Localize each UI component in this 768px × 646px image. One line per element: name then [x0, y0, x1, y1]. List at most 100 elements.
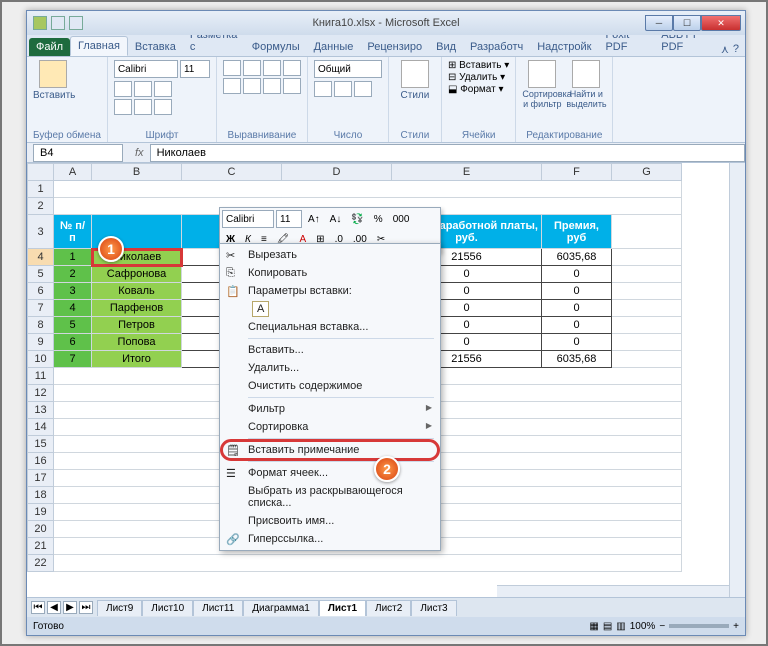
font-name-select[interactable]: Calibri	[114, 60, 178, 78]
row-header[interactable]: 20	[28, 521, 54, 538]
ctx-filter[interactable]: Фильтр	[222, 400, 438, 418]
mini-grow-font-icon[interactable]: A↑	[304, 210, 324, 228]
tab-formulas[interactable]: Формулы	[245, 38, 307, 56]
tab-nav-last-icon[interactable]: ⏭	[79, 601, 93, 614]
row-header[interactable]: 3	[28, 215, 54, 249]
cells-format-button[interactable]: ⬓ Формат ▾	[448, 84, 504, 95]
ctx-insert[interactable]: Вставить...	[222, 341, 438, 359]
col-header-D[interactable]: D	[282, 164, 392, 181]
ctx-delete[interactable]: Удалить...	[222, 359, 438, 377]
cell[interactable]: Коваль	[92, 283, 182, 300]
cell[interactable]: 5	[54, 317, 92, 334]
ctx-define-name[interactable]: Присвоить имя...	[222, 512, 438, 530]
currency-button[interactable]	[314, 81, 332, 97]
tab-insert[interactable]: Вставка	[128, 38, 183, 56]
tab-data[interactable]: Данные	[307, 38, 361, 56]
undo-icon[interactable]	[69, 16, 83, 30]
cell[interactable]: 0	[542, 334, 612, 351]
help-icon[interactable]: ?	[733, 43, 739, 56]
number-format-select[interactable]: Общий	[314, 60, 382, 78]
cell[interactable]: 6035,68	[542, 351, 612, 368]
row-header[interactable]: 19	[28, 504, 54, 521]
row-header[interactable]: 16	[28, 453, 54, 470]
percent-button[interactable]	[334, 81, 352, 97]
align-bottom-button[interactable]	[263, 60, 281, 76]
wrap-text-button[interactable]	[283, 60, 301, 76]
ctx-clear[interactable]: Очистить содержимое	[222, 377, 438, 395]
mini-comma-icon[interactable]: 000	[389, 210, 414, 228]
row-header[interactable]: 21	[28, 538, 54, 555]
cells-insert-button[interactable]: ⊞ Вставить ▾	[448, 60, 509, 71]
ctx-hyperlink[interactable]: 🔗Гиперссылка...	[222, 530, 438, 548]
cell[interactable]: 7	[54, 351, 92, 368]
tab-file[interactable]: Файл	[29, 38, 70, 56]
col-header-G[interactable]: G	[612, 164, 682, 181]
zoom-out-button[interactable]: −	[659, 621, 665, 632]
cell[interactable]: Сафронова	[92, 266, 182, 283]
sort-filter-button[interactable]: Сортировка и фильтр	[522, 60, 562, 110]
sheet-tab-active[interactable]: Лист1	[319, 600, 366, 616]
tab-nav-prev-icon[interactable]: ◀	[47, 601, 61, 614]
cell[interactable]: Попова	[92, 334, 182, 351]
row-header[interactable]: 18	[28, 487, 54, 504]
sheet-tab[interactable]: Диаграмма1	[243, 600, 319, 616]
formula-input[interactable]: Николаев	[150, 144, 745, 162]
minimize-ribbon-icon[interactable]: ⋏	[721, 43, 729, 56]
align-middle-button[interactable]	[243, 60, 261, 76]
tab-home[interactable]: Главная	[70, 36, 128, 56]
ctx-copy[interactable]: ⎘Копировать	[222, 264, 438, 282]
row-header[interactable]: 15	[28, 436, 54, 453]
tab-nav-next-icon[interactable]: ▶	[63, 601, 77, 614]
fill-color-button[interactable]	[134, 99, 152, 115]
ctx-paste-default[interactable]: A	[222, 300, 438, 318]
font-size-select[interactable]: 11	[180, 60, 210, 78]
tab-nav-first-icon[interactable]: ⏮	[31, 601, 45, 614]
view-layout-icon[interactable]: ▤	[603, 621, 612, 632]
ctx-sort[interactable]: Сортировка	[222, 418, 438, 436]
ctx-insert-comment[interactable]: 🗒Вставить примечание	[222, 441, 438, 459]
row-header[interactable]: 1	[28, 181, 54, 198]
close-button[interactable]: ✕	[701, 15, 741, 31]
fx-icon[interactable]: fx	[129, 147, 150, 159]
minimize-button[interactable]: ─	[645, 15, 673, 31]
cell[interactable]: 6	[54, 334, 92, 351]
underline-button[interactable]	[154, 81, 172, 97]
mini-font-select[interactable]: Calibri	[222, 210, 274, 228]
row-header[interactable]: 2	[28, 198, 54, 215]
tab-view[interactable]: Вид	[429, 38, 463, 56]
vertical-scrollbar[interactable]	[729, 163, 745, 601]
view-pagebreak-icon[interactable]: ▥	[616, 621, 625, 632]
sheet-tab[interactable]: Лист11	[193, 600, 243, 616]
row-header[interactable]: 7	[28, 300, 54, 317]
tab-review[interactable]: Рецензиро	[360, 38, 429, 56]
row-header[interactable]: 5	[28, 266, 54, 283]
border-button[interactable]	[114, 99, 132, 115]
sheet-tab[interactable]: Лист3	[411, 600, 456, 616]
cell[interactable]: 6035,68	[542, 249, 612, 266]
ctx-format-cells[interactable]: ☰Формат ячеек...	[222, 464, 438, 482]
cell[interactable]: 0	[542, 317, 612, 334]
zoom-slider[interactable]	[669, 624, 729, 628]
align-right-button[interactable]	[263, 78, 281, 94]
row-header[interactable]: 9	[28, 334, 54, 351]
row-header[interactable]: 12	[28, 385, 54, 402]
styles-button[interactable]: Стили	[395, 60, 435, 101]
col-header-C[interactable]: C	[182, 164, 282, 181]
find-select-button[interactable]: Найти и выделить	[566, 60, 606, 110]
cell[interactable]: 2	[54, 266, 92, 283]
cell[interactable]: 4	[54, 300, 92, 317]
sheet-tab[interactable]: Лист2	[366, 600, 411, 616]
table-header[interactable]: Премия, руб	[542, 215, 612, 249]
row-header[interactable]: 10	[28, 351, 54, 368]
row-header[interactable]: 4	[28, 249, 54, 266]
row-header[interactable]: 14	[28, 419, 54, 436]
cells-delete-button[interactable]: ⊟ Удалить ▾	[448, 72, 505, 83]
cell[interactable]: Парфенов	[92, 300, 182, 317]
mini-size-select[interactable]: 11	[276, 210, 302, 228]
zoom-level[interactable]: 100%	[630, 621, 656, 632]
align-top-button[interactable]	[223, 60, 241, 76]
mini-percent-icon[interactable]: %	[370, 210, 387, 228]
view-normal-icon[interactable]: ▦	[589, 621, 598, 632]
italic-button[interactable]	[134, 81, 152, 97]
align-center-button[interactable]	[243, 78, 261, 94]
